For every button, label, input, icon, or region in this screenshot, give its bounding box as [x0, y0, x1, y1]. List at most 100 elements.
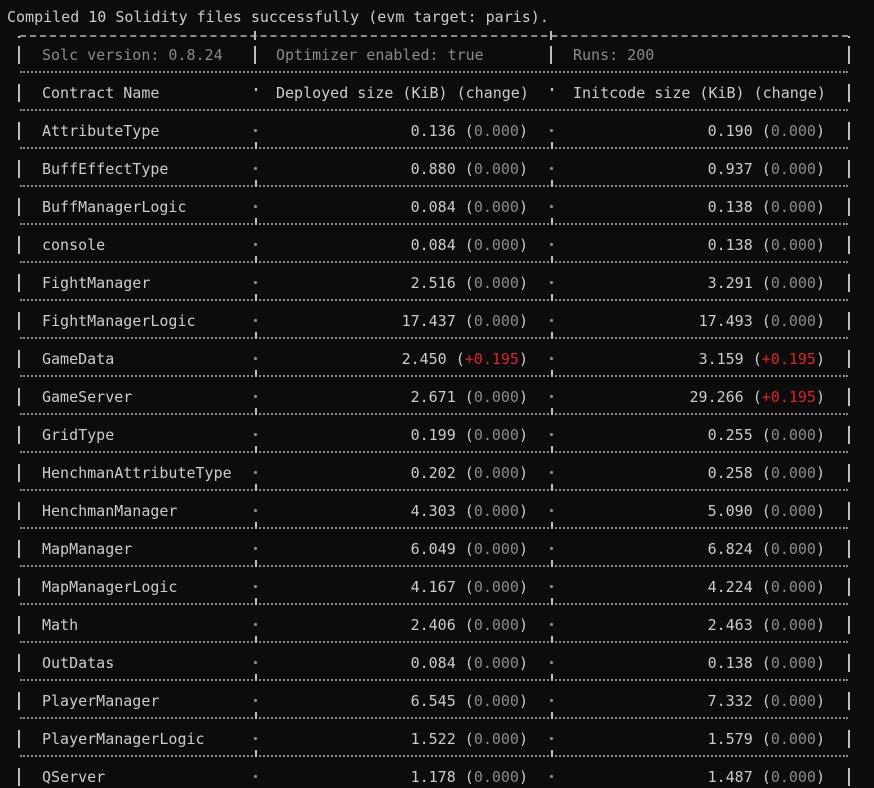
contract-name: OutDatas	[42, 654, 115, 672]
table-border	[255, 370, 257, 377]
contract-name: HenchmanManager	[42, 502, 178, 520]
table-border	[255, 674, 257, 681]
table-border	[848, 122, 850, 140]
contract-name: BuffEffectType	[42, 160, 169, 178]
table-separator	[20, 603, 848, 605]
initcode-size-value: 0.190	[707, 122, 753, 140]
deployed-size: 0.084 (0.000)	[264, 236, 528, 254]
table-border	[551, 218, 553, 225]
deployed-size: 6.049 (0.000)	[264, 540, 528, 558]
table-border	[18, 312, 20, 330]
table-dot	[254, 699, 257, 702]
paren: )	[815, 198, 825, 216]
table-border	[551, 256, 553, 263]
deployed-size-change: 0.000	[473, 616, 519, 634]
paren: )	[815, 692, 825, 710]
initcode-size-value: 6.824	[707, 540, 753, 558]
table-separator	[20, 109, 848, 111]
initcode-size-change: 0.000	[770, 122, 816, 140]
table-dot	[550, 281, 553, 284]
table-border	[18, 426, 20, 444]
table-border	[18, 122, 20, 140]
table-border	[551, 560, 553, 567]
paren: (	[752, 198, 771, 216]
table-dot	[254, 547, 257, 550]
table-separator	[20, 299, 848, 301]
initcode-size-change: 0.000	[770, 426, 816, 444]
paren: (	[455, 730, 474, 748]
initcode-size-change: 0.000	[770, 654, 816, 672]
table-border	[848, 768, 850, 786]
paren: )	[518, 730, 528, 748]
initcode-size: 17.493 (0.000)	[560, 312, 825, 330]
deployed-size-value: 0.202	[410, 464, 456, 482]
table-border	[18, 236, 20, 254]
table-border	[551, 446, 553, 453]
paren: )	[815, 312, 825, 330]
contract-name: BuffManagerLogic	[42, 198, 187, 216]
deployed-size-change: 0.000	[473, 312, 519, 330]
paren: (	[455, 312, 474, 330]
deployed-size: 0.136 (0.000)	[264, 122, 528, 140]
table-dot	[550, 775, 553, 778]
table-border	[18, 464, 20, 482]
initcode-size-value: 0.937	[707, 160, 753, 178]
initcode-size-value: 4.224	[707, 578, 753, 596]
initcode-size-change: 0.000	[770, 464, 816, 482]
paren: )	[815, 350, 825, 368]
paren: )	[815, 160, 825, 178]
contract-name: GridType	[42, 426, 115, 444]
paren: (	[752, 730, 771, 748]
table-border	[551, 674, 553, 681]
table-border	[848, 84, 850, 102]
table-dot	[254, 433, 257, 436]
table-border	[848, 46, 850, 64]
paren: )	[518, 502, 528, 520]
paren: (	[752, 768, 771, 786]
paren: (	[455, 274, 474, 292]
deployed-size: 4.167 (0.000)	[264, 578, 528, 596]
paren: )	[518, 654, 528, 672]
initcode-size: 3.291 (0.000)	[560, 274, 825, 292]
deployed-size: 0.084 (0.000)	[264, 654, 528, 672]
deployed-size-value: 2.450	[401, 350, 447, 368]
contract-name: PlayerManagerLogic	[42, 730, 205, 748]
table-border	[18, 692, 20, 710]
table-border	[255, 218, 257, 225]
table-separator	[20, 565, 848, 567]
table-border	[848, 502, 850, 520]
paren: )	[518, 122, 528, 140]
table-border	[18, 730, 20, 748]
paren: )	[815, 768, 825, 786]
initcode-size: 3.159 (+0.195)	[560, 350, 825, 368]
table-border	[848, 160, 850, 178]
table-dot	[550, 547, 553, 550]
initcode-size-value: 17.493	[698, 312, 753, 330]
column-header-initcode-size: Initcode size (KiB) (change)	[573, 84, 826, 102]
table-separator	[20, 71, 848, 73]
table-border	[551, 598, 553, 605]
deployed-size: 4.303 (0.000)	[264, 502, 528, 520]
table-border	[848, 236, 850, 254]
table-border	[18, 616, 20, 634]
paren: )	[815, 464, 825, 482]
table-separator	[20, 147, 848, 149]
optimizer-status: Optimizer enabled: true	[276, 46, 484, 64]
initcode-size: 0.255 (0.000)	[560, 426, 825, 444]
paren: (	[752, 502, 771, 520]
table-separator	[20, 679, 848, 681]
contract-name: HenchmanAttributeType	[42, 464, 232, 482]
paren: )	[518, 388, 528, 406]
table-border	[848, 692, 850, 710]
table-dot	[550, 205, 553, 208]
deployed-size-change: 0.000	[473, 540, 519, 558]
paren: )	[815, 502, 825, 520]
table-dot	[254, 775, 257, 778]
optimizer-runs: Runs: 200	[573, 46, 655, 64]
initcode-size-change: 0.000	[770, 768, 816, 786]
table-border	[550, 31, 552, 40]
table-separator	[20, 641, 848, 643]
initcode-size-value: 1.487	[707, 768, 753, 786]
initcode-size-value: 29.266	[689, 388, 744, 406]
paren: (	[455, 768, 474, 786]
